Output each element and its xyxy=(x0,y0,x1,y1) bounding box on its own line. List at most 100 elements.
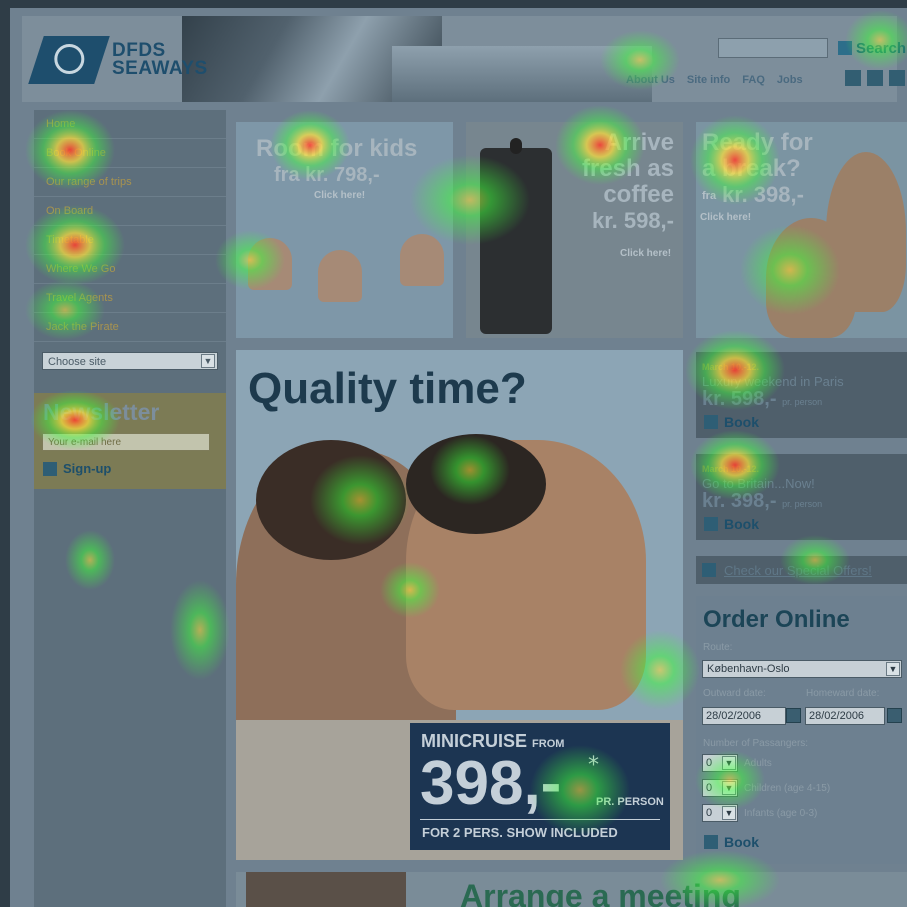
order-book-label: Book xyxy=(724,834,759,850)
promo-click-here[interactable]: Click here! xyxy=(620,248,671,259)
calendar-icon[interactable] xyxy=(887,708,902,723)
offer-description: Go to Britain...Now! xyxy=(702,476,815,491)
coffee-press-photo xyxy=(480,138,552,334)
email-field[interactable]: Your e-mail here xyxy=(42,433,210,451)
promo-title-line1: Ready for xyxy=(702,129,813,156)
offer-date: March 10.-12. xyxy=(702,362,760,372)
promo-price: fra kr. 798,- xyxy=(274,164,380,186)
meeting-banner[interactable]: Arrange a meeting xyxy=(236,872,907,907)
woman-photo xyxy=(826,152,906,312)
infants-count: 0 xyxy=(706,807,713,819)
offer-description: Luxury weekend in Paris xyxy=(702,374,844,389)
outward-date-label: Outward date: xyxy=(703,688,766,699)
route-select[interactable]: København-Oslo ▼ xyxy=(702,660,902,678)
chevron-down-icon: ▼ xyxy=(886,662,900,676)
outward-date-field[interactable]: 28/02/2006 xyxy=(702,707,786,725)
sidebar-item-home[interactable]: Home xyxy=(34,110,226,139)
infants-select[interactable]: 0 ▼ xyxy=(702,804,738,822)
promo-click-here[interactable]: Click here! xyxy=(700,212,751,223)
offer-per-person: pr. person xyxy=(782,397,823,407)
adults-label: Adults xyxy=(744,757,772,769)
mail-icon[interactable] xyxy=(867,70,883,86)
sidebar-item-timetable[interactable]: Timetable xyxy=(34,226,226,255)
offer-price: kr. 398,- pr. person xyxy=(702,490,822,513)
adults-select[interactable]: 0 ▼ xyxy=(702,754,738,772)
promo-title: Room for kids xyxy=(256,135,418,162)
newsletter-box: Newsletter Your e-mail here Sign-up xyxy=(34,393,226,489)
route-label: Route: xyxy=(703,642,733,653)
kid-photo xyxy=(400,234,444,286)
kid-photo xyxy=(318,250,362,302)
chevron-down-icon: ▼ xyxy=(722,806,736,820)
promo-title-line2: fresh as xyxy=(581,155,674,182)
search-input[interactable] xyxy=(718,38,828,58)
sidebar-item-range-of-trips[interactable]: Our range of trips xyxy=(34,168,226,197)
order-online-form: Order Online Route: København-Oslo ▼ Out… xyxy=(696,596,907,864)
promo-click-here[interactable]: Click here! xyxy=(314,190,365,201)
promo-ready-for-break[interactable]: Ready for a break? fra kr. 398,- Click h… xyxy=(696,122,907,338)
sidebar-item-jack-the-pirate[interactable]: Jack the Pirate xyxy=(34,313,226,342)
sidebar-item-on-board[interactable]: On Board xyxy=(34,197,226,226)
children-select[interactable]: 0 ▼ xyxy=(702,779,738,797)
dfds-logo[interactable]: DFDS SEAWAYS xyxy=(28,36,214,90)
offer-book-label: Book xyxy=(724,414,759,430)
minicruise-badge[interactable]: MINICRUISE FROM 398,- * PR. PERSON FOR 2… xyxy=(410,723,670,850)
link-about-us[interactable]: About Us xyxy=(626,74,675,86)
badge-divider xyxy=(420,819,660,820)
adults-count: 0 xyxy=(706,757,713,769)
homeward-date-field[interactable]: 28/02/2006 xyxy=(805,707,885,725)
promo-price-prefix: fra xyxy=(702,190,717,202)
newsletter-title: Newsletter xyxy=(43,399,160,425)
infants-label: Infants (age 0-3) xyxy=(744,807,818,819)
offer-price-value: kr. 598,- xyxy=(702,388,777,410)
sidebar-item-travel-agents[interactable]: Travel Agents xyxy=(34,284,226,313)
arrow-right-icon xyxy=(43,461,57,476)
promo-price: kr. 598,- xyxy=(592,208,674,233)
choose-site-value: Choose site xyxy=(48,356,107,368)
promo-title-line1: Arrive xyxy=(604,129,674,156)
home-icon[interactable] xyxy=(845,70,861,86)
children-count: 0 xyxy=(706,782,713,794)
chevron-down-icon: ▼ xyxy=(201,354,215,368)
offer-britain[interactable]: March 10.-12. Go to Britain...Now! kr. 3… xyxy=(696,454,907,540)
logo-text-line2: SEAWAYS xyxy=(112,58,208,79)
promo-title-line2: a break? xyxy=(702,155,801,182)
choose-site-select[interactable]: Choose site ▼ xyxy=(42,352,218,370)
promo-room-for-kids[interactable]: Room for kids fra kr. 798,- Click here! xyxy=(236,122,453,338)
special-offers-link[interactable]: Check our Special Offers! xyxy=(696,556,907,584)
arrow-right-icon xyxy=(704,415,718,429)
chevron-down-icon: ▼ xyxy=(722,756,736,770)
calendar-icon[interactable] xyxy=(786,708,801,723)
promo-price: kr. 398,- xyxy=(722,182,804,207)
offer-price: kr. 598,- pr. person xyxy=(702,388,822,411)
arrow-right-icon xyxy=(702,563,716,577)
offer-date: March 10.-12. xyxy=(702,464,760,474)
offer-paris[interactable]: March 10.-12. Luxury weekend in Paris kr… xyxy=(696,352,907,438)
homeward-date-label: Homeward date: xyxy=(806,688,880,699)
passengers-label: Number of Passangers: xyxy=(703,738,809,749)
sidebar-item-where-we-go[interactable]: Where We Go xyxy=(34,255,226,284)
offer-price-value: kr. 398,- xyxy=(702,490,777,512)
promo-arrive-fresh[interactable]: Arrive fresh as coffee kr. 598,- Click h… xyxy=(466,122,683,338)
chevron-down-icon: ▼ xyxy=(722,781,736,795)
arrow-right-icon xyxy=(704,835,718,849)
print-icon[interactable] xyxy=(889,70,905,86)
badge-asterisk: * xyxy=(588,753,599,778)
top-links: About Us Site info FAQ Jobs xyxy=(626,74,803,86)
top-icons xyxy=(845,70,905,86)
meeting-title: Arrange a meeting xyxy=(460,878,741,907)
link-jobs[interactable]: Jobs xyxy=(777,74,803,86)
search-button[interactable]: Search xyxy=(838,39,906,57)
children-label: Children (age 4-15) xyxy=(744,782,831,794)
arrow-right-icon xyxy=(704,517,718,531)
order-book-button[interactable]: Book xyxy=(704,834,759,850)
offer-book-button[interactable]: Book xyxy=(704,414,759,430)
link-faq[interactable]: FAQ xyxy=(742,74,765,86)
signup-label: Sign-up xyxy=(63,461,112,476)
offer-book-button[interactable]: Book xyxy=(704,516,759,532)
link-site-info[interactable]: Site info xyxy=(687,74,730,86)
child-photo xyxy=(406,434,646,710)
hero-headline: Quality time? xyxy=(248,364,527,413)
sidebar-item-book-online[interactable]: Book Online xyxy=(34,139,226,168)
signup-button[interactable]: Sign-up xyxy=(43,461,111,476)
